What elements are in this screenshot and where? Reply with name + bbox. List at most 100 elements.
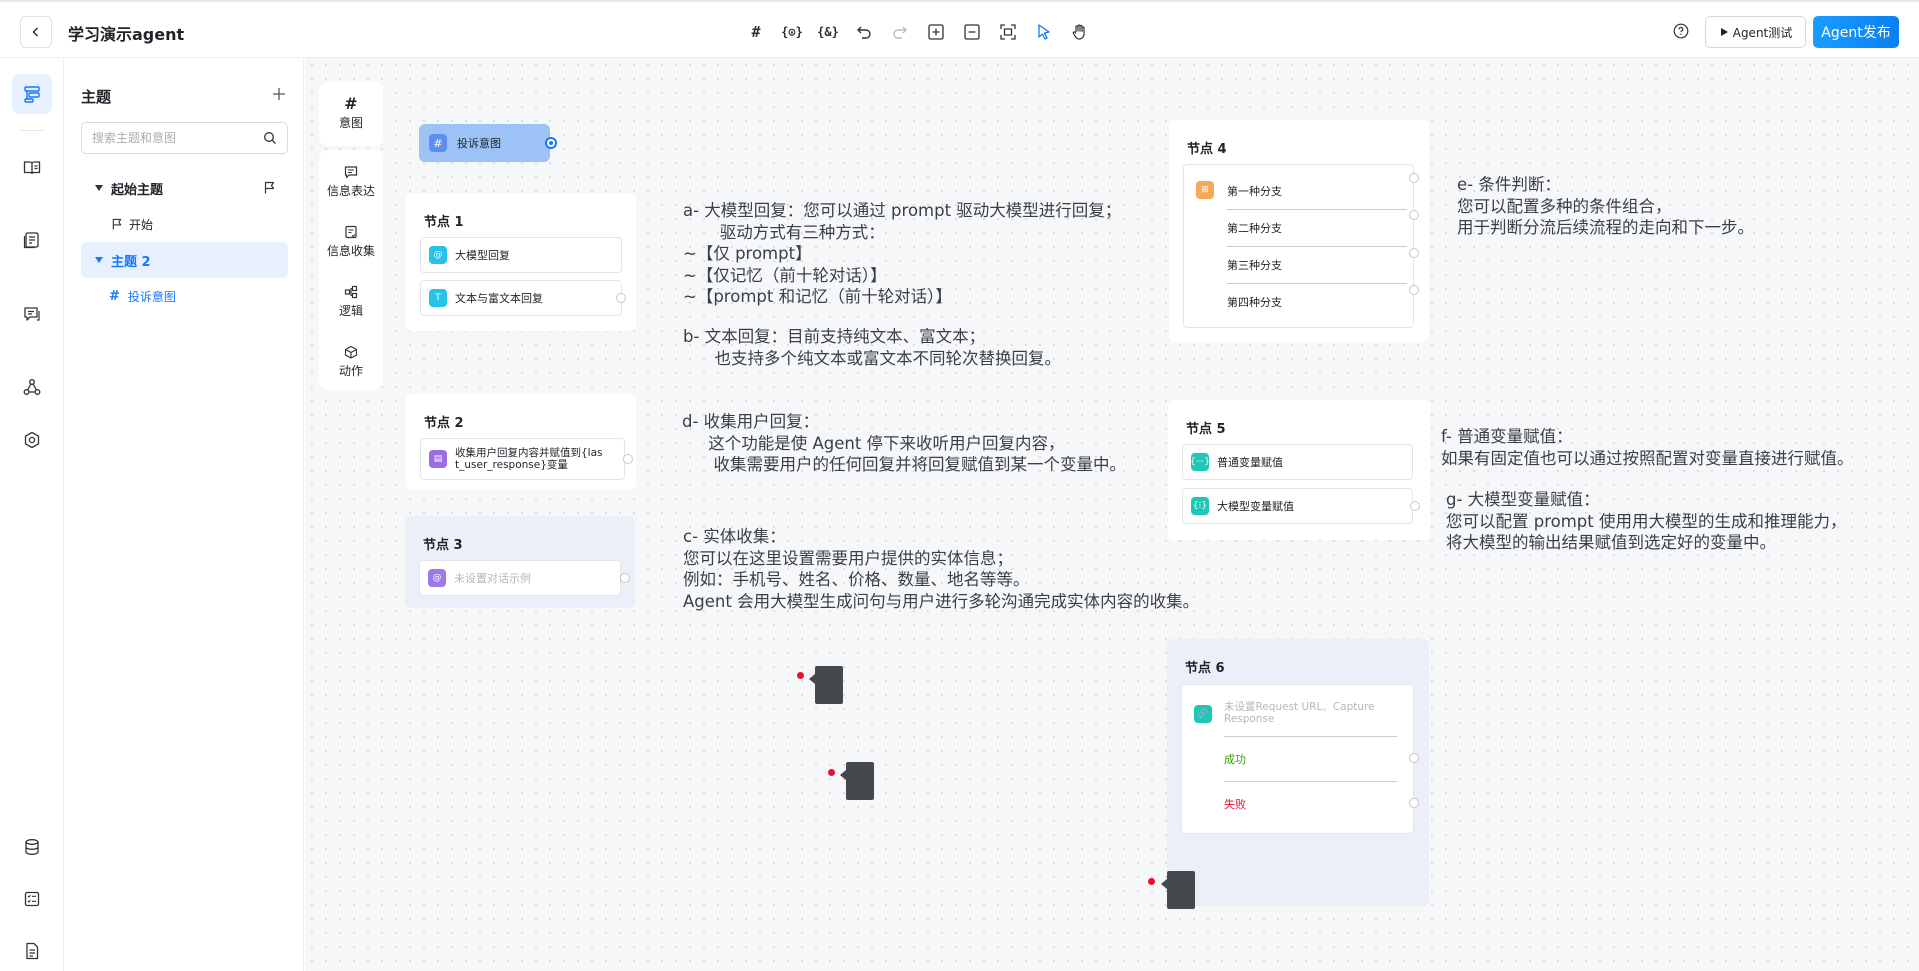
output-port[interactable] xyxy=(545,137,557,149)
output-port[interactable] xyxy=(1410,501,1420,511)
rail-knowledge-button[interactable] xyxy=(12,148,52,188)
item-label: 文本与富文本回复 xyxy=(455,292,543,305)
item-label-line: 收集用户回复内容并赋值到{las xyxy=(455,447,603,459)
item-label: 大模型变量赋值 xyxy=(1217,500,1294,513)
node-5[interactable]: 节点 5 {···} 普通变量赋值 {⁝} 大模型变量赋值 xyxy=(1168,400,1430,540)
topic-child-complaint-intent[interactable]: # 投诉意图 xyxy=(81,278,288,314)
play-icon xyxy=(1720,28,1728,36)
node-6[interactable]: 节点 6 🔗 未设置Request URL、Capture Response 成… xyxy=(1167,639,1429,906)
message-icon xyxy=(344,166,358,179)
zoom-out-button[interactable] xyxy=(954,18,990,46)
output-port[interactable] xyxy=(1409,210,1419,220)
palette-intent[interactable]: # 意图 xyxy=(319,82,383,146)
node-4[interactable]: 节点 4 ⊞ 第一种分支 第二种分支 第三种分支 第四种分支 xyxy=(1169,120,1429,342)
palette-info-express[interactable]: 信息表达 xyxy=(319,152,383,212)
back-button[interactable] xyxy=(20,16,52,48)
text-reply-item[interactable]: T 文本与富文本回复 xyxy=(420,280,622,316)
item-label: 收集用户回复内容并赋值到{las t_user_response}变量 xyxy=(455,447,603,471)
settings-icon xyxy=(24,431,40,449)
divider xyxy=(1224,781,1397,782)
hash-icon: # xyxy=(751,23,761,41)
branch-4[interactable]: 第四种分支 xyxy=(1227,284,1407,320)
flow-canvas[interactable]: # 意图 信息表达 信息收集 逻辑 动作 # 投诉意图 节点 1 @ 大模型回复… xyxy=(305,58,1919,971)
fit-view-button[interactable] xyxy=(990,18,1026,46)
comment-bubble[interactable] xyxy=(1161,871,1195,909)
agent-publish-button[interactable]: Agent发布 xyxy=(1813,16,1899,48)
rail-network-button[interactable] xyxy=(12,367,52,407)
collect-reply-item[interactable]: ▤ 收集用户回复内容并赋值到{las t_user_response}变量 xyxy=(420,438,625,480)
comment-dot[interactable] xyxy=(797,672,804,679)
at-icon: @ xyxy=(429,246,447,264)
llm-reply-item[interactable]: @ 大模型回复 xyxy=(420,237,622,273)
variable-tool-button[interactable]: {⊙} xyxy=(774,18,810,46)
palette-info-collect[interactable]: 信息收集 xyxy=(319,212,383,272)
topic-start[interactable]: 起始主题 xyxy=(81,170,288,206)
cube-icon xyxy=(344,345,358,359)
branch-3[interactable]: 第三种分支 xyxy=(1227,247,1407,283)
output-port[interactable] xyxy=(1409,285,1419,295)
output-port[interactable] xyxy=(616,293,626,303)
node-3[interactable]: 节点 3 @ 未设置对话示例 xyxy=(405,516,635,608)
normal-assign-item[interactable]: {···} 普通变量赋值 xyxy=(1182,444,1413,480)
rail-settings-button[interactable] xyxy=(12,420,52,460)
api-action-box[interactable]: 🔗 未设置Request URL、Capture Response 成功 失败 xyxy=(1181,684,1414,834)
rail-database-button[interactable] xyxy=(12,827,52,867)
topic-label: 起始主题 xyxy=(111,182,164,198)
zoom-in-button[interactable] xyxy=(918,18,954,46)
pan-tool-button[interactable] xyxy=(1062,18,1098,46)
add-topic-button[interactable] xyxy=(269,84,289,104)
topic-2[interactable]: 主题 2 xyxy=(81,242,288,278)
output-port[interactable] xyxy=(1409,248,1419,258)
expression-icon: {&} xyxy=(817,25,839,39)
fit-view-icon xyxy=(1000,24,1016,40)
undo-button[interactable] xyxy=(846,18,882,46)
node-title: 节点 4 xyxy=(1187,142,1227,157)
annotation-e: e- 条件判断： 您可以配置多种的条件组合， 用于判断分流后续流程的走向和下一步… xyxy=(1457,175,1754,237)
agent-test-button[interactable]: Agent测试 xyxy=(1705,16,1806,48)
comment-bubble[interactable] xyxy=(840,762,874,800)
rail-document-button[interactable] xyxy=(12,220,52,260)
select-tool-button[interactable] xyxy=(1026,18,1062,46)
rail-file-button[interactable] xyxy=(12,931,52,971)
llm-assign-item[interactable]: {⁝} 大模型变量赋值 xyxy=(1182,488,1413,524)
palette-logic[interactable]: 逻辑 xyxy=(319,272,383,332)
item-label-line: t_user_response}变量 xyxy=(455,459,568,471)
api-placeholder-line: Response xyxy=(1224,713,1275,725)
condition-icon: ⊞ xyxy=(1196,181,1214,199)
palette-action[interactable]: 动作 xyxy=(319,332,383,392)
branch-label: 第四种分支 xyxy=(1227,296,1282,309)
rail-flow-button[interactable] xyxy=(12,74,52,114)
node-1[interactable]: 节点 1 @ 大模型回复 T 文本与富文本回复 xyxy=(406,193,636,331)
comment-bubble[interactable] xyxy=(809,666,843,704)
hash-icon: # xyxy=(109,288,120,304)
branch-1[interactable]: 第一种分支 xyxy=(1227,173,1407,209)
redo-button[interactable] xyxy=(882,18,918,46)
entity-collect-item[interactable]: @ 未设置对话示例 xyxy=(419,560,621,596)
rail-chat-button[interactable] xyxy=(12,294,52,334)
output-port[interactable] xyxy=(1409,173,1419,183)
rail-checklist-button[interactable] xyxy=(12,879,52,919)
output-port[interactable] xyxy=(623,454,633,464)
output-port[interactable] xyxy=(620,573,630,583)
intent-node[interactable]: # 投诉意图 xyxy=(419,124,557,162)
topic-search-input[interactable] xyxy=(92,131,252,145)
intent-tool-button[interactable]: # xyxy=(738,18,774,46)
node-2[interactable]: 节点 2 ▤ 收集用户回复内容并赋值到{las t_user_response}… xyxy=(406,394,636,490)
annotation-f: f- 普通变量赋值： 如果有固定值也可以通过按照配置对变量直接进行赋值。 xyxy=(1441,427,1854,468)
expression-tool-button[interactable]: {&} xyxy=(810,18,846,46)
database-icon xyxy=(25,839,39,855)
canvas-toolbar: # {⊙} {&} xyxy=(738,18,1098,46)
branch-2[interactable]: 第二种分支 xyxy=(1227,210,1407,246)
help-button[interactable] xyxy=(1670,20,1692,42)
fail-branch[interactable]: 失败 xyxy=(1224,786,1404,822)
annotation-c: c- 实体收集： 您可以在这里设置需要用户提供的实体信息； 例如：手机号、姓名、… xyxy=(683,527,1200,611)
comment-dot[interactable] xyxy=(828,769,835,776)
output-port[interactable] xyxy=(1409,753,1419,763)
item-label: 普通变量赋值 xyxy=(1217,456,1283,469)
output-port[interactable] xyxy=(1409,798,1419,808)
topic-child-start[interactable]: 开始 xyxy=(81,206,288,242)
success-branch[interactable]: 成功 xyxy=(1224,741,1404,777)
search-icon[interactable] xyxy=(263,131,277,145)
zoom-out-icon xyxy=(964,24,980,40)
comment-dot[interactable] xyxy=(1148,878,1155,885)
